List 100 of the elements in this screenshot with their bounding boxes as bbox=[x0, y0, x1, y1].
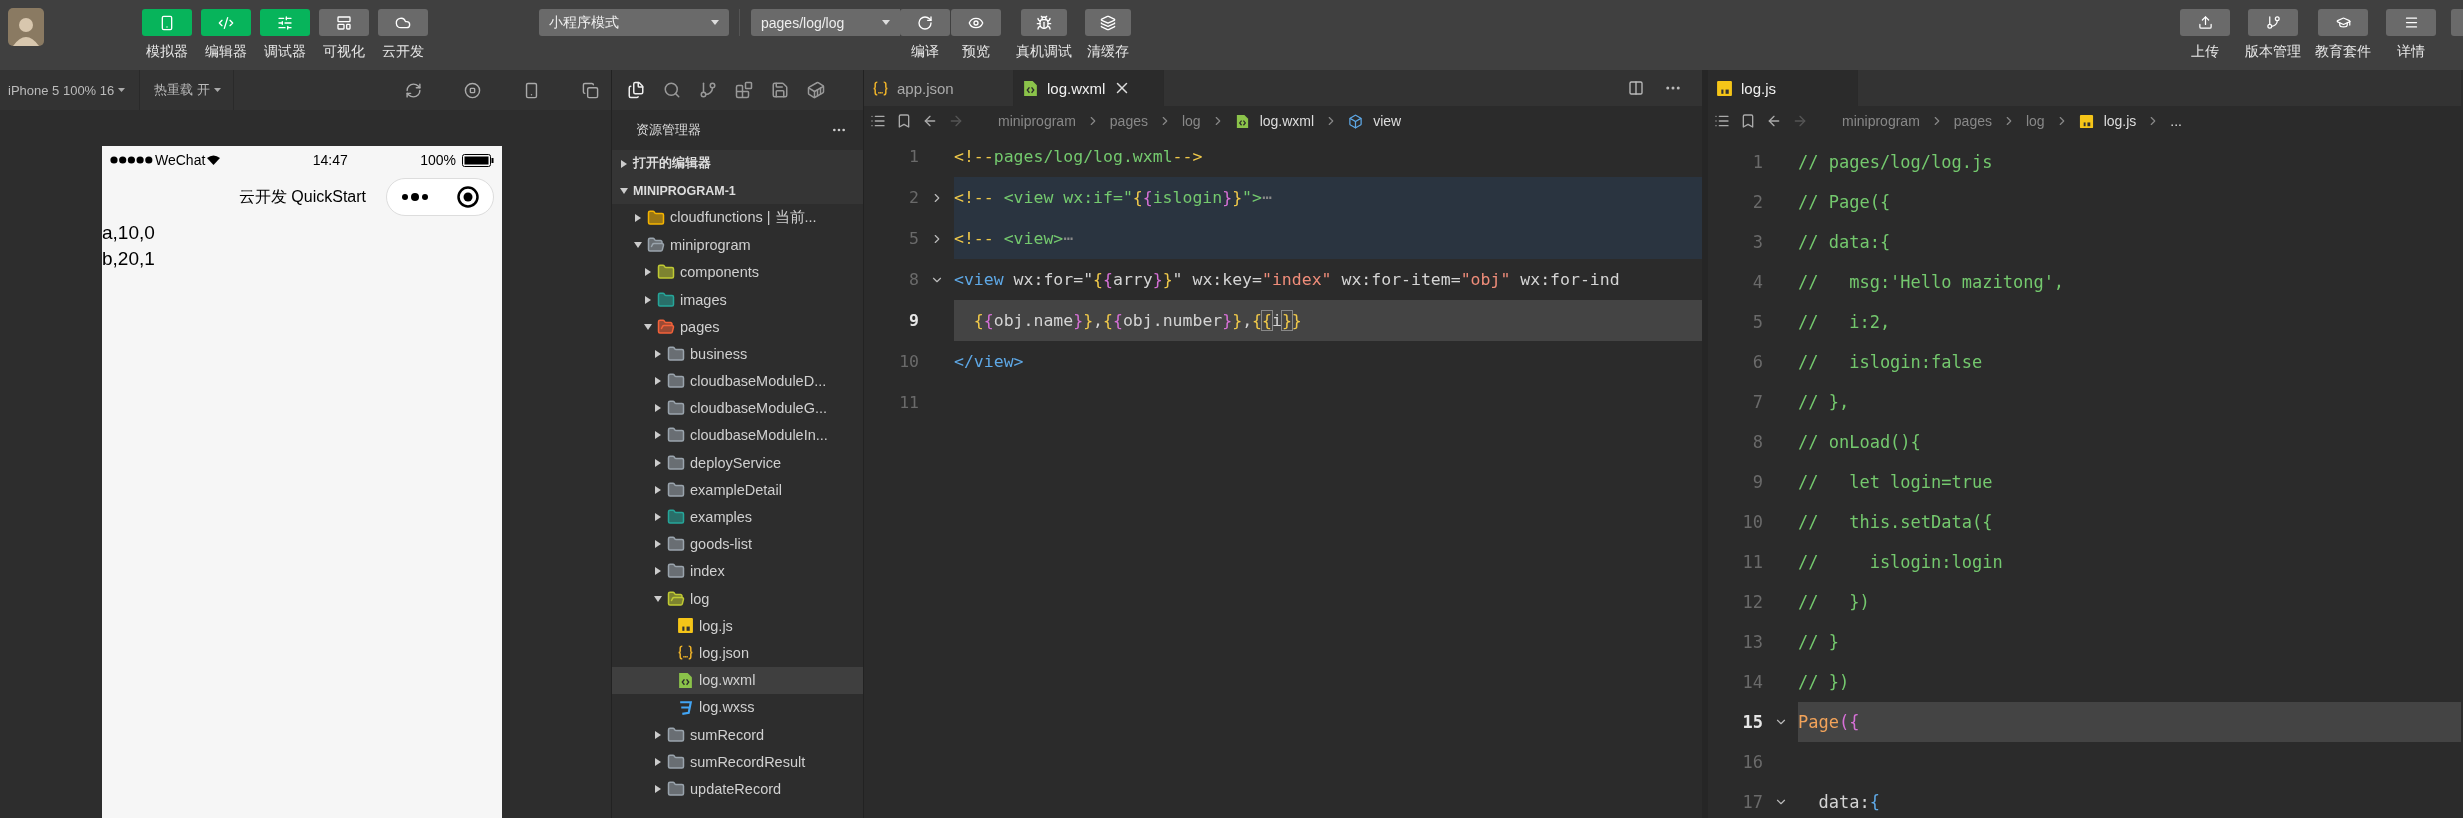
folder-item[interactable]: exampleDetail bbox=[612, 476, 863, 504]
line-number: 7 bbox=[1751, 392, 1763, 412]
line-number: 17 bbox=[1741, 792, 1763, 812]
line-number: 5 bbox=[1751, 312, 1763, 332]
split-icon[interactable] bbox=[1628, 80, 1644, 96]
blocks-icon[interactable] bbox=[735, 81, 753, 99]
folder-item[interactable]: miniprogram bbox=[612, 231, 863, 259]
back-icon[interactable] bbox=[922, 113, 938, 129]
editor-tab[interactable]: log.wxml bbox=[1014, 70, 1164, 106]
phone-icon[interactable] bbox=[523, 81, 540, 99]
breadcrumb-item[interactable]: pages bbox=[1953, 113, 1992, 129]
device-select[interactable]: iPhone 5 100% 16 bbox=[0, 70, 140, 110]
close-target-icon[interactable] bbox=[457, 186, 479, 208]
caret-icon bbox=[118, 88, 126, 92]
windows-icon[interactable] bbox=[582, 81, 599, 99]
stop-icon[interactable] bbox=[464, 81, 481, 99]
toolbar-button[interactable]: 真机调试 bbox=[1016, 9, 1072, 61]
carrier-text: WeChat bbox=[155, 152, 206, 168]
container-icon[interactable] bbox=[807, 81, 825, 99]
toolbar-button[interactable]: 上传 bbox=[2179, 9, 2231, 61]
collapsed-caret-icon bbox=[655, 404, 661, 413]
folder-item[interactable]: deployService bbox=[612, 449, 863, 477]
breadcrumb-item[interactable]: miniprogram bbox=[998, 113, 1076, 129]
folder-item[interactable]: cloudbaseModuleD... bbox=[612, 367, 863, 395]
graduation-cap-icon bbox=[2335, 15, 2351, 30]
branch-icon[interactable] bbox=[699, 81, 717, 99]
code-icon bbox=[218, 14, 234, 31]
code-line: // onLoad(){ bbox=[1798, 431, 1922, 454]
bookmark-icon[interactable] bbox=[896, 113, 912, 129]
mode-select[interactable]: 小程序模式 bbox=[539, 9, 729, 36]
caret-icon bbox=[882, 20, 890, 25]
code-line: <!--pages/log/log.wxml--> bbox=[954, 146, 1204, 168]
line-number: 16 bbox=[1741, 752, 1763, 772]
breadcrumb-item[interactable]: pages bbox=[1109, 113, 1148, 129]
refresh-icon[interactable] bbox=[405, 81, 422, 99]
list-icon[interactable] bbox=[870, 113, 886, 129]
section-header[interactable]: MINIPROGRAM-1 bbox=[612, 177, 863, 205]
refresh-icon bbox=[917, 14, 933, 31]
breadcrumb-item[interactable]: log bbox=[1181, 113, 1201, 129]
folder-item[interactable]: business bbox=[612, 340, 863, 368]
layout-icon bbox=[336, 14, 352, 31]
folder-item[interactable]: images bbox=[612, 285, 863, 314]
file-item[interactable]: log.wxss bbox=[612, 693, 863, 721]
folder-item[interactable]: index bbox=[612, 557, 863, 585]
collapsed-caret-icon bbox=[655, 377, 661, 386]
folder-item[interactable]: pages bbox=[612, 313, 863, 341]
code-file-icon bbox=[1234, 113, 1250, 129]
hot-reload-toggle[interactable]: 热重载 开 bbox=[140, 70, 234, 110]
folder-item[interactable]: cloudfunctions | 当前... bbox=[612, 204, 863, 232]
toolbar-button[interactable]: 版本管理 bbox=[2245, 9, 2301, 61]
file-item[interactable]: log.js bbox=[612, 612, 863, 640]
breadcrumb-item[interactable]: view bbox=[1373, 113, 1402, 129]
code-line: // }) bbox=[1798, 591, 1871, 614]
line-number: 4 bbox=[1751, 272, 1763, 292]
folder-item[interactable]: cloudbaseModuleG... bbox=[612, 394, 863, 422]
breadcrumb-item[interactable]: ... bbox=[2170, 113, 2182, 129]
folder-icon bbox=[667, 426, 685, 445]
section-header[interactable]: 打开的编辑器 bbox=[612, 150, 863, 178]
caret-icon bbox=[213, 88, 221, 92]
toolbar-button[interactable]: 详情 bbox=[2385, 9, 2437, 61]
breadcrumb-item[interactable]: log.wxml bbox=[1259, 113, 1315, 129]
sliders-icon bbox=[277, 14, 293, 31]
expanded-caret-icon bbox=[620, 187, 628, 194]
collapsed-caret-icon bbox=[655, 431, 661, 440]
collapsed-caret-icon bbox=[655, 349, 661, 358]
editor-tab[interactable]: log.js bbox=[1708, 70, 1858, 106]
code-line: // } bbox=[1798, 631, 1840, 654]
folder-item[interactable]: goods-list bbox=[612, 530, 863, 558]
wifi-icon bbox=[207, 155, 221, 165]
avatar[interactable] bbox=[8, 8, 44, 46]
more-icon[interactable] bbox=[401, 193, 429, 201]
breadcrumb-item[interactable]: log.js bbox=[2103, 113, 2137, 129]
line-number: 2 bbox=[908, 188, 919, 207]
breadcrumb-item[interactable]: miniprogram bbox=[1842, 113, 1920, 129]
folder-item[interactable]: examples bbox=[612, 503, 863, 531]
file-item[interactable]: log.json bbox=[612, 639, 863, 667]
braces-icon bbox=[872, 79, 889, 97]
open-folder-icon bbox=[667, 589, 685, 608]
list-icon[interactable] bbox=[1714, 113, 1730, 129]
search-icon[interactable] bbox=[663, 81, 681, 99]
toolbar-button[interactable]: 教育套件 bbox=[2315, 9, 2371, 61]
breadcrumb-item[interactable]: log bbox=[2025, 113, 2045, 129]
files-icon[interactable] bbox=[627, 81, 645, 99]
branch-icon bbox=[2265, 15, 2281, 30]
capsule-menu[interactable] bbox=[386, 178, 494, 216]
css-file-icon bbox=[677, 698, 694, 716]
code-line: // Page({ bbox=[1798, 191, 1892, 214]
folder-item[interactable]: log bbox=[612, 585, 863, 613]
folder-item[interactable]: cloudbaseModuleIn... bbox=[612, 421, 863, 450]
folder-item[interactable]: sumRecordResult bbox=[612, 748, 863, 776]
back-icon[interactable] bbox=[1766, 113, 1782, 129]
folder-icon bbox=[667, 399, 685, 418]
bookmark-icon[interactable] bbox=[1740, 113, 1756, 129]
menu-icon bbox=[2403, 15, 2419, 30]
file-item[interactable]: log.wxml bbox=[612, 666, 863, 694]
folder-item[interactable]: components bbox=[612, 258, 863, 286]
folder-item[interactable]: sumRecord bbox=[612, 720, 863, 749]
folder-item[interactable]: updateRecord bbox=[612, 775, 863, 803]
folder-icon bbox=[667, 779, 685, 798]
page-select[interactable]: pages/log/log bbox=[751, 9, 900, 36]
